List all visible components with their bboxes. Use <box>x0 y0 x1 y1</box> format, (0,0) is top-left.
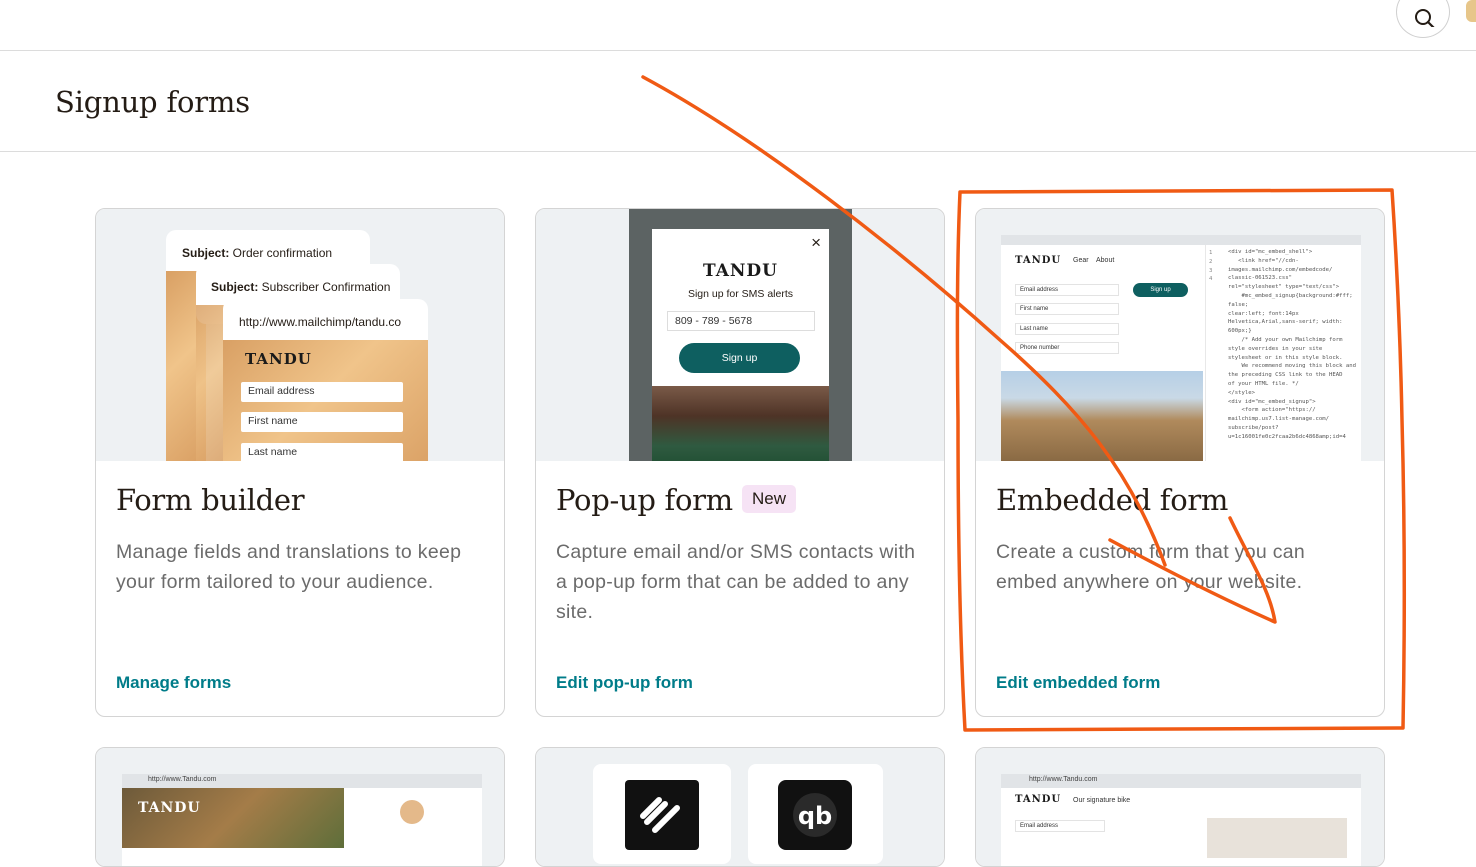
landing-page-card: http://www.Tandu.com TANDU <box>95 747 505 867</box>
integrations-card: qb <box>535 747 945 867</box>
first-name-field-preview: First name <box>241 412 403 432</box>
embedded-form-preview: TANDU Gear About Email address First nam… <box>976 209 1384 461</box>
edit-embedded-form-link[interactable]: Edit embedded form <box>996 673 1160 693</box>
quickbooks-tile: qb <box>748 764 883 864</box>
card-title: Form builder <box>116 483 305 517</box>
avatar[interactable] <box>1466 0 1476 22</box>
email-field-preview: Email address <box>1015 820 1105 832</box>
popup-form-card: × TANDU Sign up for SMS alerts 809 - 789… <box>535 208 945 717</box>
browser-preview: TANDU Gear About Email address First nam… <box>1001 235 1361 461</box>
bike-photo <box>1207 818 1347 858</box>
form-builder-preview: Subject: Order confirmation Subject: Sub… <box>96 209 504 461</box>
tandu-logo: TANDU <box>138 800 201 816</box>
popup-subtitle: Sign up for SMS alerts <box>687 288 794 300</box>
gold-background <box>196 305 226 461</box>
subject-label: Subject: <box>211 280 259 294</box>
search-button[interactable] <box>1396 0 1450 38</box>
browser-url: http://www.Tandu.com <box>1029 776 1098 783</box>
embedded-form-card: TANDU Gear About Email address First nam… <box>975 208 1385 717</box>
landing-page-preview: http://www.Tandu.com TANDU <box>96 748 504 866</box>
browser-preview: http://www.Tandu.com TANDU Our signature… <box>1001 774 1361 866</box>
embed-code-preview: <div id="mc_embed_shell"> <link href="//… <box>1205 245 1361 461</box>
edit-popup-form-link[interactable]: Edit pop-up form <box>556 673 693 693</box>
nav-gear: Gear <box>1073 257 1089 264</box>
squarespace-icon <box>625 780 699 850</box>
cyclists-photo <box>1001 371 1203 461</box>
first-name-field-preview: First name <box>1015 303 1119 315</box>
top-navigation-bar <box>0 0 1476 51</box>
tandu-logo: TANDU <box>1015 794 1062 805</box>
tandu-logo: TANDU <box>245 350 312 368</box>
card-description: Capture email and/or SMS contacts with a… <box>556 541 916 623</box>
email-field-preview: Email address <box>1015 284 1119 296</box>
landing-page-card: http://www.Tandu.com TANDU Our signature… <box>975 747 1385 867</box>
popup-form-preview: × TANDU Sign up for SMS alerts 809 - 789… <box>536 209 944 461</box>
bike-photo <box>652 386 829 461</box>
subject-value: Order confirmation <box>229 246 333 260</box>
form-builder-card: Subject: Order confirmation Subject: Sub… <box>95 208 505 717</box>
page-title: Signup forms <box>55 85 250 119</box>
browser-url: http://www.Tandu.com <box>148 776 217 783</box>
tandu-logo: TANDU <box>702 261 779 281</box>
tandu-logo: TANDU <box>1015 255 1062 266</box>
integrations-preview: qb <box>536 748 944 866</box>
manage-forms-link[interactable]: Manage forms <box>116 673 231 693</box>
form-url: http://www.mailchimp/tandu.co <box>239 315 402 329</box>
phone-field-preview: Phone number <box>1015 342 1119 354</box>
nav-about: About <box>1096 257 1115 264</box>
subject-value: Subscriber Confirmation <box>258 280 391 294</box>
new-badge: New <box>742 485 797 513</box>
popup-modal-preview: × TANDU Sign up for SMS alerts 809 - 789… <box>652 229 829 461</box>
tagline: Our signature bike <box>1073 797 1131 804</box>
email-field-preview: Email address <box>241 382 403 402</box>
landing-page-preview: http://www.Tandu.com TANDU Our signature… <box>976 748 1384 866</box>
last-name-field-preview: Last name <box>241 443 403 461</box>
card-description: Create a custom form that you can embed … <box>996 541 1306 593</box>
card-description: Manage fields and translations to keep y… <box>116 541 462 593</box>
close-icon: × <box>811 233 821 252</box>
svg-text:qb: qb <box>798 802 832 830</box>
browser-preview: http://www.Tandu.com TANDU <box>122 774 482 866</box>
quickbooks-icon: qb <box>778 780 852 850</box>
avatar <box>400 800 424 824</box>
squarespace-tile <box>593 764 731 864</box>
signup-button-preview: Sign up <box>679 343 800 373</box>
signup-form-preview: http://www.mailchimp/tandu.co TANDU Emai… <box>223 299 428 461</box>
signup-button-preview: Sign up <box>1133 283 1188 297</box>
card-title: Pop-up form <box>556 483 733 517</box>
phone-field-preview: 809 - 789 - 5678 <box>667 311 815 331</box>
landscape-photo <box>122 788 344 848</box>
subject-label: Subject: <box>182 246 230 260</box>
last-name-field-preview: Last name <box>1015 323 1119 335</box>
card-title: Embedded form <box>996 483 1229 517</box>
search-icon <box>1415 9 1435 27</box>
page-header: Signup forms <box>0 51 1476 152</box>
